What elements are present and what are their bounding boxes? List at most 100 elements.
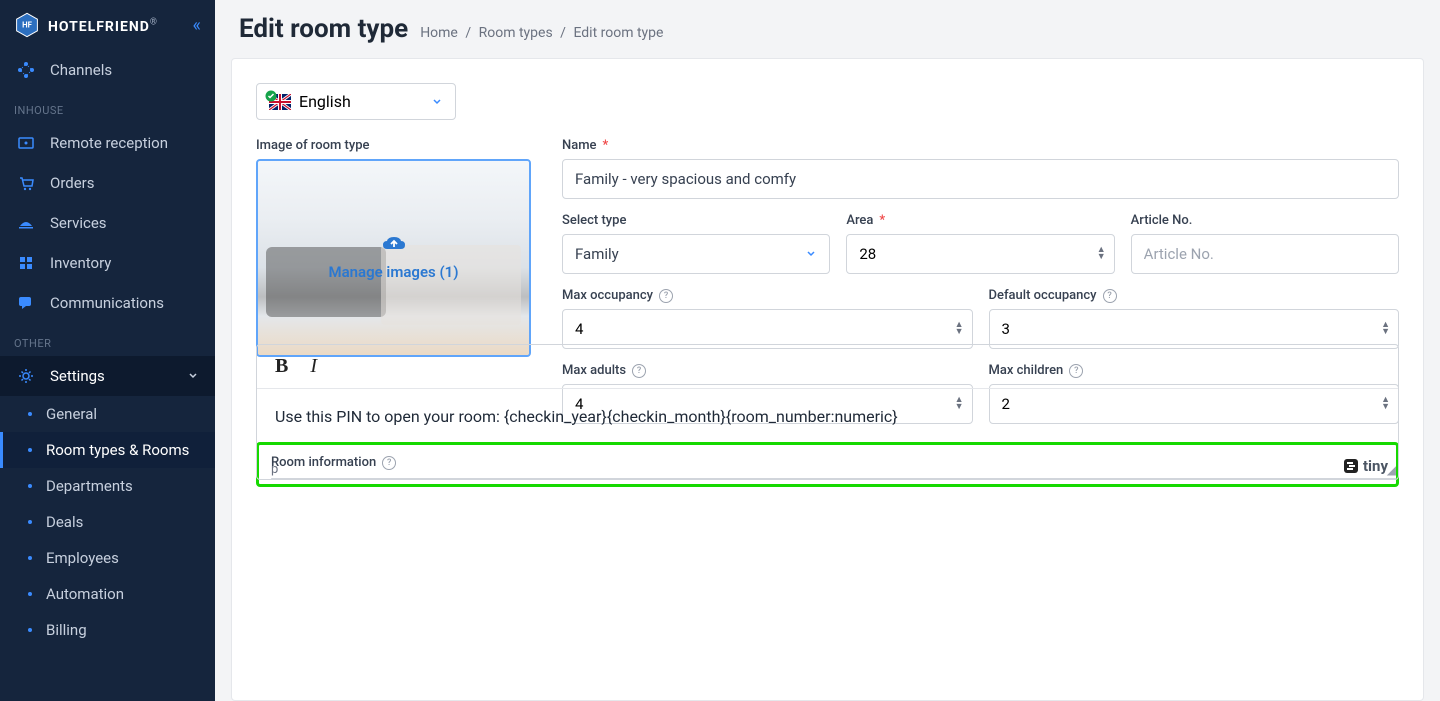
resize-handle-icon[interactable]: ◢ [1387, 463, 1396, 477]
select-type-value: Family [575, 245, 619, 263]
sub-billing[interactable]: Billing [0, 612, 215, 648]
max-occ-value: 4 [575, 320, 583, 338]
gear-icon [16, 366, 36, 386]
select-type-dropdown[interactable]: Family [562, 234, 830, 274]
nav-orders[interactable]: Orders [0, 163, 215, 203]
flag-icon [269, 94, 291, 110]
manage-images-text: Manage images (1) [328, 263, 458, 281]
nav-label: Settings [50, 367, 105, 385]
article-no-label: Article No. [1131, 213, 1399, 228]
name-label: Name [562, 138, 597, 153]
channels-icon [16, 60, 36, 80]
number-spinner[interactable]: ▲▼ [955, 322, 964, 336]
section-inhouse: INHOUSE [0, 90, 215, 123]
dot-icon [28, 520, 32, 524]
help-icon[interactable]: ? [1103, 289, 1117, 303]
sub-label: Employees [46, 549, 119, 567]
sub-employees[interactable]: Employees [0, 540, 215, 576]
nav-label: Inventory [50, 254, 111, 272]
content-card: English Image of room type Manage images… [231, 58, 1424, 701]
dot-icon [28, 448, 32, 452]
sub-label: Automation [46, 585, 124, 603]
nav-remote-reception[interactable]: Remote reception [0, 123, 215, 163]
required-mark: * [603, 138, 609, 153]
reception-icon [16, 133, 36, 153]
sub-label: General [46, 405, 97, 423]
max-occupancy-input[interactable]: 4 ▲▼ [562, 309, 973, 349]
article-no-input[interactable] [1131, 234, 1399, 274]
sidebar-collapse-button[interactable]: « [193, 15, 201, 36]
nav-label: Services [50, 214, 107, 232]
tiny-logo-icon [1343, 458, 1359, 474]
image-label: Image of room type [256, 138, 546, 153]
upload-icon [381, 235, 407, 259]
nav-inventory[interactable]: Inventory [0, 243, 215, 283]
dot-icon [28, 484, 32, 488]
dot-icon [28, 592, 32, 596]
services-icon [16, 213, 36, 233]
area-label: Area [846, 213, 873, 228]
editor-content: Use this PIN to open your room: {checkin… [275, 407, 898, 426]
chevron-down-icon [187, 367, 199, 385]
editor-textarea[interactable]: Use this PIN to open your room: {checkin… [257, 389, 1398, 479]
select-type-label: Select type [562, 213, 830, 228]
manage-images-link[interactable]: Manage images (1) [328, 235, 458, 281]
number-spinner[interactable]: ▲▼ [1097, 247, 1106, 261]
orders-icon [16, 173, 36, 193]
nav-settings[interactable]: Settings [0, 356, 215, 396]
lang-label: English [299, 92, 351, 111]
nav-communications[interactable]: Communications [0, 283, 215, 323]
nav-channels[interactable]: Channels [0, 50, 215, 90]
sub-room-types[interactable]: Room types & Rooms [0, 432, 215, 468]
help-icon[interactable]: ? [659, 289, 673, 303]
editor-status-path: p [271, 462, 278, 477]
area-value: 28 [859, 245, 876, 263]
sub-label: Billing [46, 621, 87, 639]
sub-label: Deals [46, 513, 83, 531]
sub-automation[interactable]: Automation [0, 576, 215, 612]
bc-sep: / [560, 25, 566, 41]
logo-text: HOTELFRIEND® [48, 16, 157, 35]
editor-toolbar: B I [257, 345, 1398, 389]
logo-row: HF HOTELFRIEND® « [0, 0, 215, 50]
dot-icon [28, 556, 32, 560]
language-select[interactable]: English [256, 83, 456, 120]
chevron-down-icon [431, 92, 443, 111]
rich-text-editor-outer: B I Use this PIN to open your room: {che… [256, 344, 1399, 480]
tinymce-brand: tiny [1343, 457, 1388, 475]
area-input[interactable]: 28 ▲▼ [846, 234, 1114, 274]
communications-icon [16, 293, 36, 313]
bold-button[interactable]: B [275, 355, 288, 378]
main-area: Edit room type Home / Room types / Edit … [215, 0, 1440, 701]
section-other: OTHER [0, 323, 215, 356]
number-spinner[interactable]: ▲▼ [1381, 322, 1390, 336]
header: Edit room type Home / Room types / Edit … [215, 0, 1440, 54]
default-occ-value: 3 [1002, 320, 1010, 338]
max-occ-label: Max occupancy [562, 288, 653, 303]
sub-label: Departments [46, 477, 133, 495]
italic-button[interactable]: I [310, 355, 317, 378]
dot-icon [28, 628, 32, 632]
breadcrumb: Home / Room types / Edit room type [420, 25, 663, 41]
nav-label: Orders [50, 174, 95, 192]
bc-room-types[interactable]: Room types [479, 25, 553, 41]
sub-label: Room types & Rooms [46, 441, 189, 459]
bc-current: Edit room type [573, 25, 663, 41]
svg-text:HF: HF [22, 21, 33, 30]
name-input[interactable] [562, 159, 1399, 199]
default-occupancy-input[interactable]: 3 ▲▼ [989, 309, 1400, 349]
nav-label: Remote reception [50, 134, 168, 152]
chevron-down-icon [805, 245, 817, 263]
default-occ-label: Default occupancy [989, 288, 1097, 303]
sub-general[interactable]: General [0, 396, 215, 432]
bc-sep: / [465, 25, 471, 41]
sidebar: HF HOTELFRIEND® « Channels INHOUSE Remot… [0, 0, 215, 701]
image-upload-box[interactable]: Manage images (1) [256, 159, 531, 357]
page-title: Edit room type [239, 14, 408, 44]
inventory-icon [16, 253, 36, 273]
bc-home[interactable]: Home [420, 25, 458, 41]
nav-services[interactable]: Services [0, 203, 215, 243]
sub-departments[interactable]: Departments [0, 468, 215, 504]
sub-deals[interactable]: Deals [0, 504, 215, 540]
logo-icon: HF [14, 12, 40, 38]
